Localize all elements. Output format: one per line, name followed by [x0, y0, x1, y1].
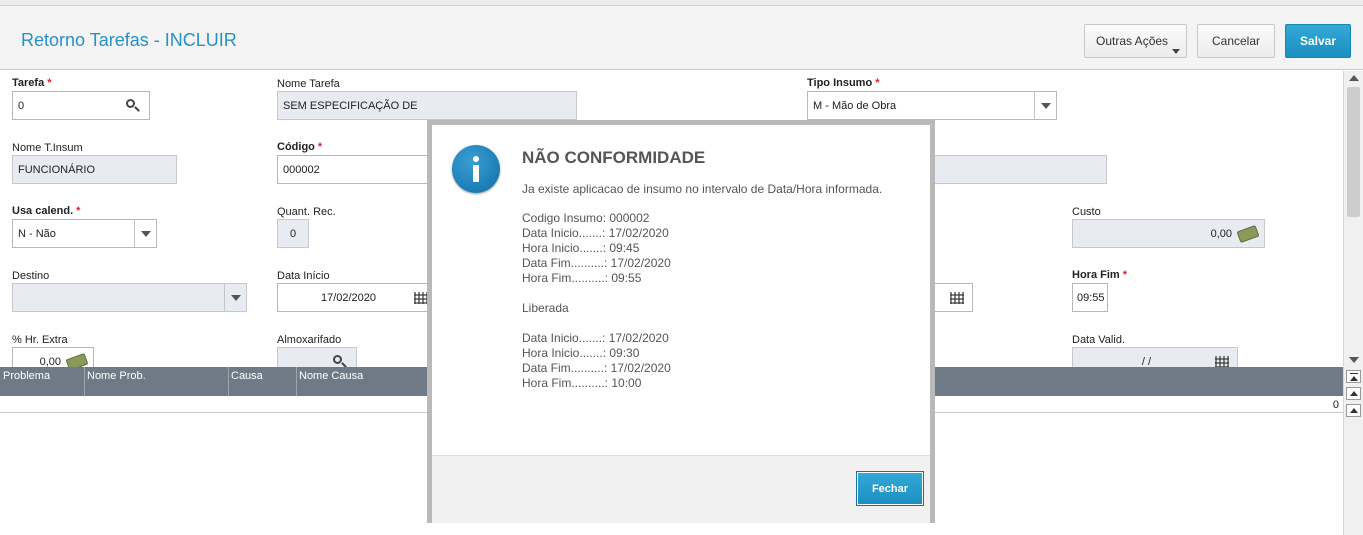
search-icon[interactable] [125, 98, 141, 114]
page-title: Retorno Tarefas - INCLUIR [21, 30, 237, 50]
save-button[interactable]: Salvar [1285, 24, 1351, 58]
hr-extra-label: % Hr. Extra [12, 334, 68, 346]
scroll-up-icon[interactable] [1349, 75, 1359, 81]
data-inicio-value: 17/02/2020 [320, 291, 377, 304]
chevron-down-icon[interactable] [134, 220, 156, 247]
dialog-title: NÃO CONFORMIDADE [522, 148, 706, 167]
dialog-footer: Fechar [432, 455, 930, 523]
calendar-icon[interactable] [950, 291, 964, 304]
detail-line: Hora Fim..........: 09:55 [522, 271, 642, 285]
scroll-down-icon[interactable] [1349, 357, 1359, 363]
custo-field: 0,00 [1072, 219, 1265, 248]
destino-select[interactable] [12, 283, 247, 312]
detail-line: Hora Fim..........: 10:00 [522, 376, 642, 390]
nome-tarefa-label: Nome Tarefa [277, 78, 340, 90]
grid-col-nome-prob[interactable]: Nome Prob. [87, 370, 146, 382]
usa-calend-select[interactable]: N - Não [12, 219, 157, 248]
dialog-message: Ja existe aplicacao de insumo no interva… [522, 182, 883, 196]
data-valid-value: / / [1141, 355, 1152, 368]
nome-t-insum-label: Nome T.Insum [12, 142, 83, 154]
money-icon [65, 352, 89, 367]
detail-line: Data Fim..........: 17/02/2020 [522, 361, 671, 375]
hora-fim-label: Hora Fim * [1072, 269, 1127, 281]
custo-label: Custo [1072, 206, 1101, 218]
codigo-field[interactable]: 000002 [277, 155, 437, 184]
data-inicio-label: Data Início [277, 270, 330, 282]
grid-col-nome-causa[interactable]: Nome Causa [299, 370, 363, 382]
tarefa-label: Tarefa * [12, 77, 52, 89]
chevron-down-icon[interactable] [1034, 92, 1056, 119]
info-icon [452, 145, 500, 193]
other-actions-label: Outras Ações [1096, 34, 1169, 48]
other-actions-button[interactable]: Outras Ações [1084, 24, 1187, 58]
chevron-down-icon [1172, 49, 1180, 54]
calendar-icon[interactable] [414, 291, 428, 304]
detail-line: Codigo Insumo: 000002 [522, 211, 650, 225]
tipo-insumo-value: M - Mão de Obra [813, 99, 897, 112]
nome-t-insum-field: FUNCIONÁRIO [12, 155, 177, 184]
quant-rec-label: Quant. Rec. [277, 206, 336, 218]
form-scrollbar[interactable] [1343, 71, 1363, 367]
custo-value: 0,00 [1210, 227, 1232, 240]
codigo-label: Código * [277, 141, 323, 153]
nonconformity-dialog: NÃO CONFORMIDADE Ja existe aplicacao de … [427, 120, 935, 523]
scroll-thumb[interactable] [1347, 87, 1360, 217]
tarefa-field[interactable]: 0 [12, 91, 150, 120]
quant-rec-field: 0 [277, 219, 309, 248]
search-icon[interactable] [332, 354, 348, 367]
data-valid-label: Data Valid. [1072, 334, 1125, 346]
previous-page-icon[interactable] [1346, 387, 1361, 400]
dialog-body: NÃO CONFORMIDADE Ja existe aplicacao de … [432, 125, 930, 455]
detail-line: Liberada [522, 301, 569, 315]
data-inicio-field[interactable]: 17/02/2020 [277, 283, 437, 312]
quant-rec-value: 0 [289, 227, 297, 240]
detail-line: Hora Inicio.......: 09:30 [522, 346, 640, 360]
nome-insumo-field [930, 155, 1107, 184]
previous-record-icon[interactable] [1346, 404, 1361, 417]
tipo-insumo-label: Tipo Insumo * [807, 77, 880, 89]
usa-calend-value: N - Não [18, 227, 56, 240]
grid-count: 0 [1332, 399, 1339, 411]
nome-t-insum-value: FUNCIONÁRIO [18, 163, 95, 176]
hr-extra-value: 0,00 [39, 355, 61, 368]
money-icon [1236, 224, 1260, 243]
grid-navigation [1343, 367, 1363, 535]
detail-line: Hora Inicio.......: 09:45 [522, 241, 640, 255]
hr-extra-field[interactable]: 0,00 [12, 347, 94, 367]
close-button[interactable]: Fechar [856, 471, 924, 506]
destino-label: Destino [12, 270, 50, 282]
detail-line: Data Inicio.......: 17/02/2020 [522, 331, 669, 345]
detail-line: Data Fim..........: 17/02/2020 [522, 256, 671, 270]
tarefa-value: 0 [18, 99, 25, 112]
grid-col-problema[interactable]: Problema [3, 370, 50, 382]
first-record-icon[interactable] [1346, 370, 1361, 383]
nome-tarefa-field: SEM ESPECIFICAÇÃO DE [277, 91, 577, 120]
codigo-value: 000002 [283, 163, 320, 176]
almoxarifado-label: Almoxarifado [277, 334, 342, 346]
nome-tarefa-value: SEM ESPECIFICAÇÃO DE [283, 99, 418, 112]
page-header: Retorno Tarefas - INCLUIR Outras Ações C… [0, 6, 1363, 70]
data-valid-field[interactable]: / / [1072, 347, 1238, 367]
usa-calend-label: Usa calend. * [12, 205, 81, 217]
hora-fim-field[interactable]: 09:55 [1072, 283, 1108, 312]
cancel-button[interactable]: Cancelar [1197, 24, 1275, 58]
almoxarifado-field[interactable] [277, 347, 357, 367]
hora-inicio-field[interactable] [930, 283, 973, 312]
tipo-insumo-select[interactable]: M - Mão de Obra [807, 91, 1057, 120]
grid-col-causa[interactable]: Causa [231, 370, 263, 382]
chevron-down-icon[interactable] [224, 284, 246, 311]
hora-fim-value: 09:55 [1077, 291, 1105, 304]
detail-line: Data Inicio.......: 17/02/2020 [522, 226, 669, 240]
calendar-icon[interactable] [1215, 355, 1229, 367]
